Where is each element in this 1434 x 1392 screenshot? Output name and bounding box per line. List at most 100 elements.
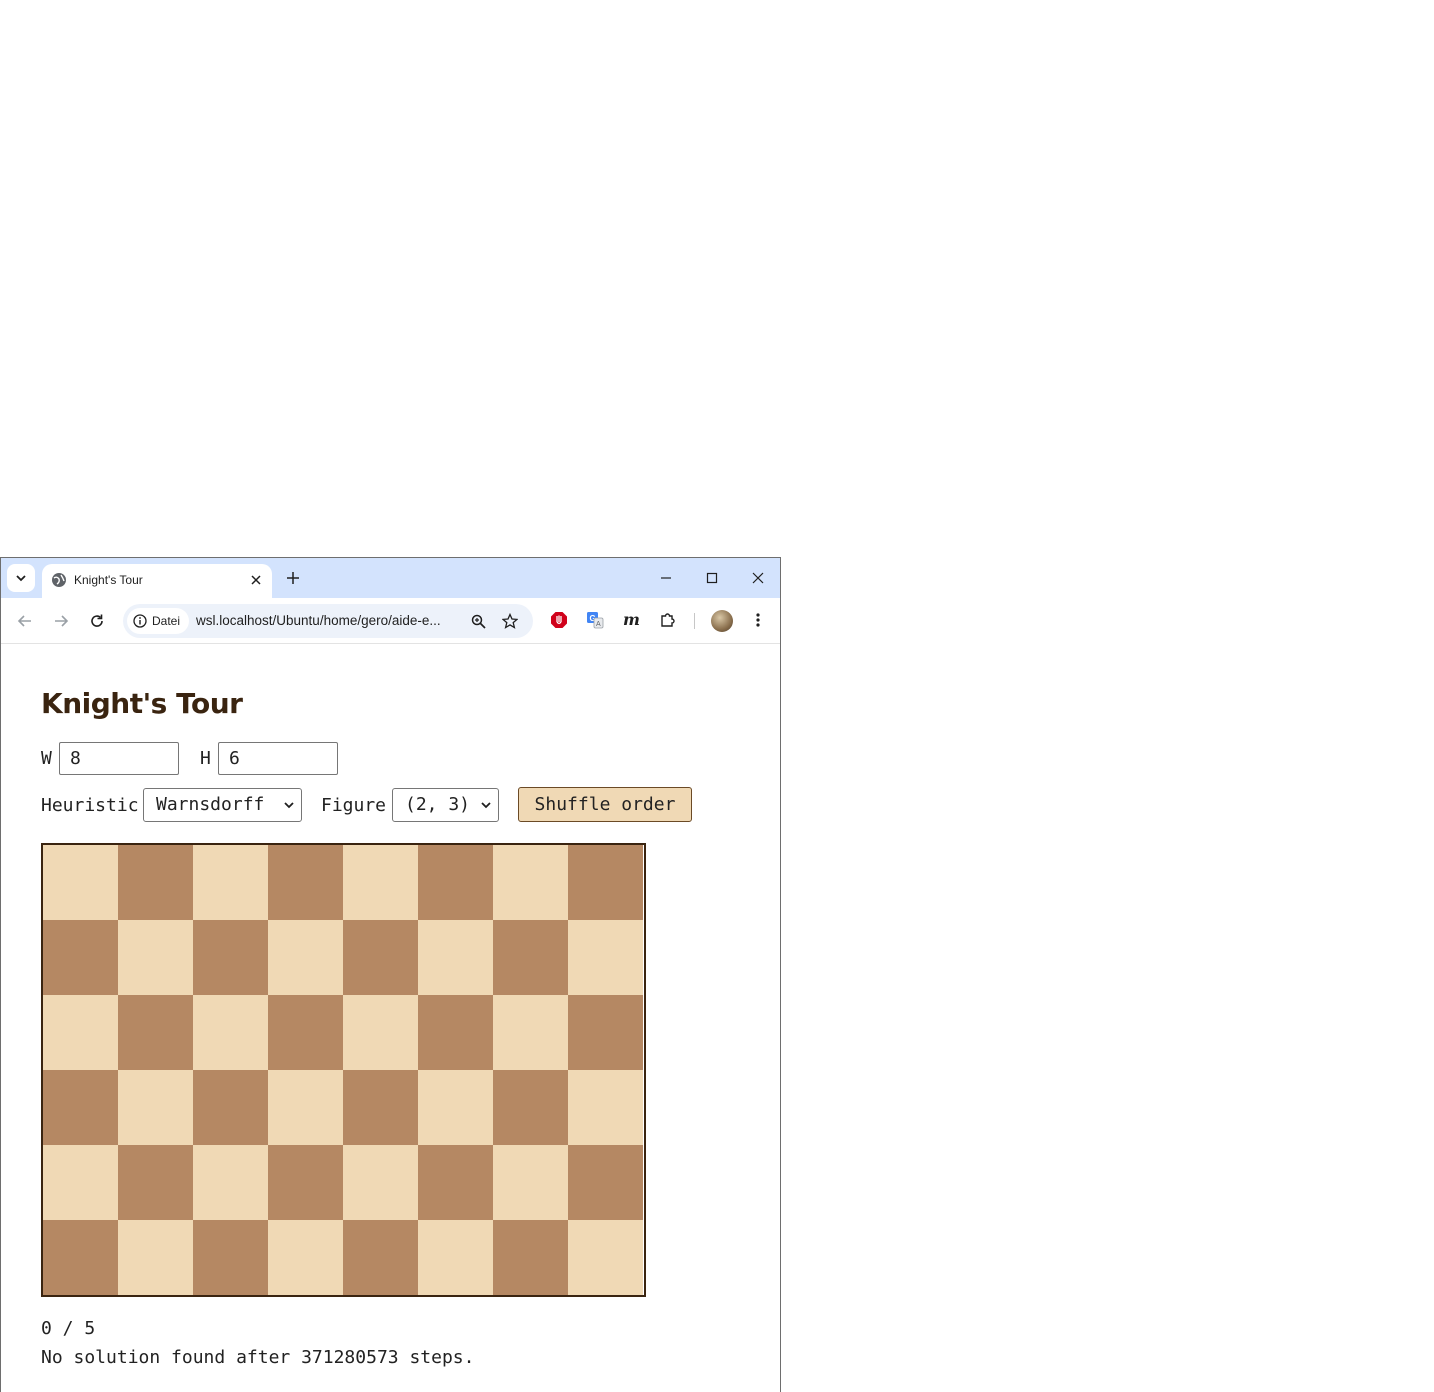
- profile-avatar[interactable]: [711, 610, 733, 632]
- svg-text:A: A: [596, 621, 601, 628]
- info-icon: [133, 614, 147, 628]
- m-extension[interactable]: m: [620, 609, 642, 631]
- board-square[interactable]: [43, 1145, 118, 1220]
- plus-icon: [287, 572, 299, 584]
- board-square[interactable]: [268, 1145, 343, 1220]
- width-label: W: [41, 748, 52, 769]
- board-square[interactable]: [268, 1070, 343, 1145]
- browser-toolbar: Datei wsl.localhost/Ubuntu/home/gero/aid…: [1, 598, 780, 644]
- back-button[interactable]: [13, 609, 37, 633]
- bookmark-button[interactable]: [500, 611, 520, 631]
- board-square[interactable]: [343, 920, 418, 995]
- page-title: Knight's Tour: [41, 687, 243, 720]
- board-square[interactable]: [118, 1070, 193, 1145]
- board-square[interactable]: [43, 1220, 118, 1295]
- forward-button[interactable]: [49, 609, 73, 633]
- board-square[interactable]: [568, 920, 643, 995]
- heuristic-selected-value: Warnsdorff: [156, 794, 265, 815]
- m-extension-icon: m: [623, 611, 640, 629]
- board-square[interactable]: [118, 995, 193, 1070]
- extensions-button[interactable]: [657, 609, 679, 631]
- board-square[interactable]: [493, 1145, 568, 1220]
- board-square[interactable]: [418, 995, 493, 1070]
- window-close-icon: [752, 572, 764, 584]
- url-text[interactable]: wsl.localhost/Ubuntu/home/gero/aide-e...: [196, 613, 441, 628]
- board-square[interactable]: [193, 920, 268, 995]
- minimize-icon: [661, 577, 671, 579]
- board-square[interactable]: [193, 1070, 268, 1145]
- board-square[interactable]: [418, 1145, 493, 1220]
- puzzle-icon: [661, 613, 675, 627]
- board-square[interactable]: [118, 920, 193, 995]
- star-icon: [502, 613, 518, 629]
- board-square[interactable]: [193, 1220, 268, 1295]
- board-square[interactable]: [343, 845, 418, 920]
- board-square[interactable]: [568, 1070, 643, 1145]
- chevron-down-icon: [284, 802, 294, 809]
- board-square[interactable]: [493, 995, 568, 1070]
- board-square[interactable]: [193, 1145, 268, 1220]
- shuffle-order-button[interactable]: Shuffle order: [518, 787, 692, 822]
- board-square[interactable]: [343, 1070, 418, 1145]
- board-square[interactable]: [343, 995, 418, 1070]
- board-square[interactable]: [568, 1220, 643, 1295]
- board-square[interactable]: [193, 845, 268, 920]
- menu-button[interactable]: [747, 609, 769, 631]
- result-text: No solution found after 371280573 steps.: [41, 1347, 475, 1368]
- board-square[interactable]: [493, 1070, 568, 1145]
- reload-button[interactable]: [85, 609, 109, 633]
- board-square[interactable]: [268, 995, 343, 1070]
- address-bar[interactable]: Datei wsl.localhost/Ubuntu/home/gero/aid…: [123, 604, 533, 638]
- board-square[interactable]: [568, 995, 643, 1070]
- board-square[interactable]: [418, 1220, 493, 1295]
- window-close-button[interactable]: [746, 566, 770, 590]
- board-square[interactable]: [118, 1220, 193, 1295]
- tab-close-button[interactable]: [248, 572, 264, 588]
- board-square[interactable]: [343, 1145, 418, 1220]
- maximize-icon: [706, 572, 718, 584]
- board-square[interactable]: [43, 995, 118, 1070]
- site-info-chip[interactable]: Datei: [127, 608, 189, 634]
- board-square[interactable]: [118, 845, 193, 920]
- tab-search-button[interactable]: [7, 564, 35, 592]
- browser-tab[interactable]: Knight's Tour: [42, 564, 272, 598]
- reload-icon: [91, 614, 103, 627]
- width-input[interactable]: 8: [59, 742, 179, 775]
- chess-board[interactable]: [41, 843, 646, 1297]
- board-square[interactable]: [118, 1145, 193, 1220]
- tab-search-icon: [16, 575, 26, 582]
- board-square[interactable]: [268, 845, 343, 920]
- maximize-button[interactable]: [700, 566, 724, 590]
- board-square[interactable]: [193, 995, 268, 1070]
- board-square[interactable]: [268, 1220, 343, 1295]
- board-square[interactable]: [43, 845, 118, 920]
- translate-extension[interactable]: GA: [584, 609, 606, 631]
- new-tab-button[interactable]: [283, 568, 303, 588]
- board-square[interactable]: [43, 920, 118, 995]
- board-square[interactable]: [418, 1070, 493, 1145]
- board-square[interactable]: [568, 845, 643, 920]
- board-square[interactable]: [568, 1145, 643, 1220]
- board-square[interactable]: [493, 920, 568, 995]
- figure-select[interactable]: (2, 3): [392, 788, 499, 822]
- browser-window: Knight's Tour Datei wsl.localhost/Ubuntu…: [0, 557, 781, 1392]
- board-square[interactable]: [418, 845, 493, 920]
- board-square[interactable]: [493, 1220, 568, 1295]
- height-input[interactable]: 6: [218, 742, 338, 775]
- board-square[interactable]: [43, 1070, 118, 1145]
- board-square[interactable]: [343, 1220, 418, 1295]
- back-icon: [17, 615, 31, 627]
- board-square[interactable]: [268, 920, 343, 995]
- tab-title: Knight's Tour: [74, 573, 143, 587]
- adblock-icon: [551, 612, 567, 628]
- site-chip-label: Datei: [152, 614, 181, 628]
- adblock-extension[interactable]: [548, 609, 570, 631]
- board-square[interactable]: [493, 845, 568, 920]
- svg-text:m: m: [623, 611, 640, 629]
- globe-icon: [52, 573, 66, 587]
- heuristic-select[interactable]: Warnsdorff: [143, 788, 302, 822]
- zoom-button[interactable]: [468, 611, 488, 631]
- minimize-button[interactable]: [654, 566, 678, 590]
- board-square[interactable]: [418, 920, 493, 995]
- height-label: H: [200, 748, 211, 769]
